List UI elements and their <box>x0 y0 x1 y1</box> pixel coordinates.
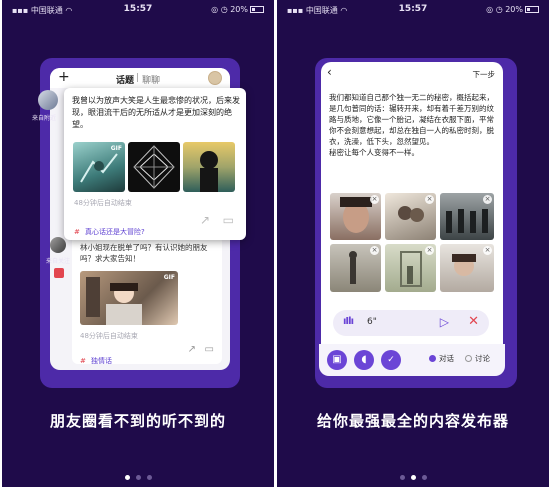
tab-topic[interactable]: 话题 <box>116 73 134 86</box>
post-text: 林小姐现在脱单了吗？有认识她的朋友吗？求大家告知！ <box>80 243 208 263</box>
image-picker-icon[interactable]: ▣ <box>327 350 347 370</box>
microphone-icon[interactable]: ◖ <box>354 350 374 370</box>
option-dialog[interactable]: 对话 <box>439 353 454 364</box>
grid-image-3[interactable]: × <box>440 193 494 240</box>
avatar[interactable] <box>208 71 222 85</box>
remove-icon[interactable]: × <box>425 195 434 204</box>
nearby-avatar[interactable] <box>38 90 58 110</box>
left-screenshot: ▪▪▪ 中国联通 ◠ 15:57 ◎ ◷ 20% + 话题 | 聊聊 林小姐现在… <box>2 0 274 487</box>
hash-icon: # <box>74 228 80 236</box>
post-card-2[interactable]: 林小姐现在脱单了吗？有认识她的朋友吗？求大家告知！ GIF 48分钟后自动结束 … <box>72 236 222 365</box>
grid-image-5[interactable]: × <box>385 244 436 292</box>
grid-image-1[interactable]: × <box>330 193 381 240</box>
app-header: + 话题 | 聊聊 <box>50 68 230 88</box>
compose-screen: ‹ 下一步 我们都知道自己那个独一无二的秘密，概括起来，是几句普同的话：辗转开来… <box>321 62 503 374</box>
alarm-icon: ◷ <box>220 5 228 14</box>
post-text: 我曾以为放声大笑是人生最悲惨的状况，后来发现，眼泪流干后的无所适从才是更加深刻的… <box>72 96 240 129</box>
remove-icon[interactable]: × <box>370 246 379 255</box>
post-meta: 48分钟后自动结束 <box>80 332 138 340</box>
post-meta: 48分钟后自动结束 <box>74 199 132 207</box>
follow-avatar[interactable] <box>50 237 66 253</box>
geometric-art-icon <box>133 145 175 189</box>
battery-icon <box>250 6 264 13</box>
radio-selected-icon[interactable] <box>429 355 436 362</box>
page-dot <box>399 475 405 480</box>
nearby-label: 来自附近 <box>32 115 57 122</box>
post-image-3[interactable] <box>183 142 235 192</box>
post-card-1[interactable]: 我曾以为放声大笑是人生最悲惨的状况，后来发现，眼泪流干后的无所适从才是更加深刻的… <box>64 88 246 240</box>
battery-percent: 20% <box>505 5 523 14</box>
alarm-icon: ◷ <box>495 5 503 14</box>
location-icon: ◎ <box>211 5 219 14</box>
page-dot <box>124 475 130 480</box>
grid-image-4[interactable]: × <box>330 244 381 292</box>
status-bar: ▪▪▪ 中国联通 ◠ 15:57 ◎ ◷ 20% <box>2 3 274 17</box>
promo-caption: 给你最强最全的内容发布器 <box>316 412 509 430</box>
battery-percent: 20% <box>230 5 248 14</box>
topic-link[interactable]: 真心话还是大冒险? <box>85 228 145 236</box>
promo-caption: 朋友圈看不到的听不到的 <box>49 412 226 430</box>
compose-toolbar: ▣ ◖ ✓ 对话 讨论 <box>319 344 505 376</box>
waveform-icon: ıIlı <box>343 316 354 327</box>
status-bar: ▪▪▪ 中国联通 ◠ 15:57 ◎ ◷ 20% <box>277 3 549 17</box>
remove-icon[interactable]: × <box>425 246 434 255</box>
page-dot <box>146 475 152 480</box>
page-dot <box>421 475 427 480</box>
page-dot <box>410 475 416 480</box>
battery-icon <box>525 6 539 13</box>
play-icon[interactable]: ▷ <box>440 315 449 329</box>
page-dot <box>135 475 141 480</box>
silhouette-photo-icon <box>200 151 218 192</box>
gif-badge: GIF <box>163 274 175 281</box>
page-indicator <box>2 465 274 484</box>
post-image-2[interactable] <box>128 142 180 192</box>
compose-text[interactable]: 我们都知道自己那个独一无二的秘密，概括起来，是几句普同的话：辗转开来，却有着千差… <box>329 92 495 158</box>
tab-chat[interactable]: 聊聊 <box>142 73 160 86</box>
topic-link[interactable]: 独情话 <box>91 357 112 365</box>
remove-icon[interactable]: × <box>483 246 492 255</box>
delete-icon[interactable]: ✕ <box>468 314 479 329</box>
share-icon[interactable]: ↗ <box>188 344 196 355</box>
tab-divider: | <box>136 73 140 83</box>
page-indicator <box>277 465 549 484</box>
gif-badge: GIF <box>110 145 122 152</box>
follow-label: 来自关注 <box>46 258 71 265</box>
add-icon[interactable]: + <box>58 69 70 85</box>
right-screenshot: ▪▪▪ 中国联通 ◠ 15:57 ◎ ◷ 20% ‹ 下一步 我们都知道自己那个… <box>277 0 549 487</box>
post-image-1[interactable]: GIF <box>73 142 125 192</box>
comment-icon[interactable]: ▭ <box>205 344 214 355</box>
voice-record-bar[interactable]: ıIlı 6" ▷ ✕ <box>333 310 489 336</box>
grid-image-6[interactable]: × <box>440 244 494 292</box>
radio-unselected-icon[interactable] <box>465 355 472 362</box>
grid-image-2[interactable]: × <box>385 193 436 240</box>
location-icon: ◎ <box>486 5 494 14</box>
remove-icon[interactable]: × <box>483 195 492 204</box>
option-discuss[interactable]: 讨论 <box>475 353 490 364</box>
hash-icon: # <box>80 357 86 365</box>
voice-duration: 6" <box>367 317 377 327</box>
remove-icon[interactable]: × <box>370 195 379 204</box>
post-image-gif[interactable]: GIF <box>80 271 178 325</box>
next-button[interactable]: 下一步 <box>473 69 496 80</box>
back-chevron-icon[interactable]: ‹ <box>327 65 332 79</box>
flag-icon[interactable] <box>54 268 64 278</box>
vote-icon[interactable]: ✓ <box>381 350 401 370</box>
share-icon[interactable]: ↗ <box>200 213 210 227</box>
comment-icon[interactable]: ▭ <box>223 213 234 227</box>
